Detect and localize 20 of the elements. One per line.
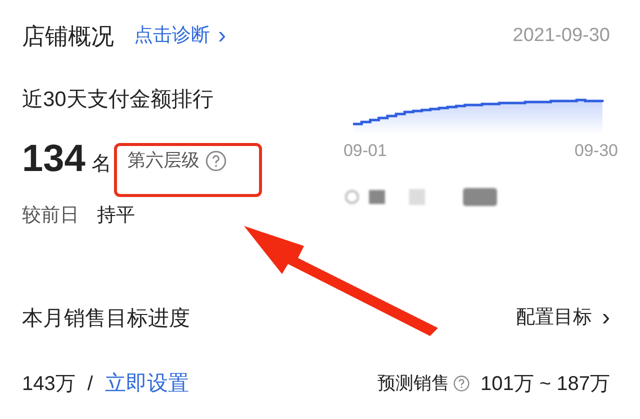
forecast-label: 预测销售 [377,372,450,396]
compare-label: 较前日 [22,204,79,228]
target-amount: 143万 [22,372,76,397]
section-title: 店铺概况 [22,22,114,51]
diagnose-link[interactable]: 点击诊断 › [134,22,226,50]
separator: / [87,372,93,397]
target-title: 本月销售目标进度 [22,306,190,332]
date-label: 2021-09-30 [512,24,610,48]
axis-label: 09-30 [574,140,618,162]
rank-unit: 名 [91,154,112,174]
help-icon[interactable] [453,375,470,392]
axis-label: 09-01 [343,140,387,162]
tier-label: 第六层级 [127,149,200,172]
set-now-link[interactable]: 立即设置 [104,368,189,400]
forecast-value: 101万 ~ 187万 [480,372,610,397]
help-icon[interactable] [205,150,228,172]
ranking-title: 近30天支付金额排行 [22,87,214,113]
compare-value: 持平 [97,204,135,228]
rank-number: 134 [22,140,86,178]
configure-target-link[interactable]: 配置目标 › [516,304,610,332]
